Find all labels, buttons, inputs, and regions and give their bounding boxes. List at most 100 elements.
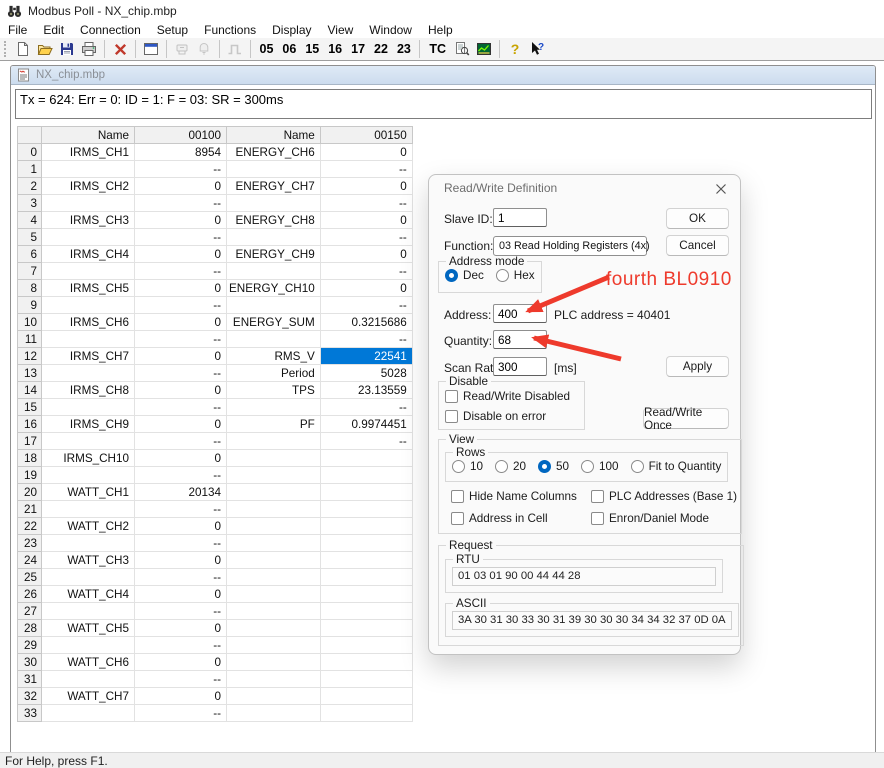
grid-cell[interactable]: 0 — [320, 178, 412, 195]
grid-cell[interactable] — [320, 569, 412, 586]
menu-display[interactable]: Display — [264, 22, 319, 38]
checkbox-hide-name-columns[interactable]: Hide Name Columns — [451, 490, 589, 503]
grid-cell[interactable]: 0 — [135, 212, 227, 229]
grid-cell[interactable]: -- — [135, 195, 227, 212]
grid-cell[interactable]: IRMS_CH7 — [42, 348, 135, 365]
menu-window[interactable]: Window — [361, 22, 420, 38]
grid-cell[interactable] — [320, 671, 412, 688]
grid-cell[interactable]: -- — [135, 229, 227, 246]
grid-cell[interactable] — [227, 450, 321, 467]
menu-file[interactable]: File — [0, 22, 35, 38]
grid-cell[interactable]: 0 — [135, 518, 227, 535]
read-write-once-button[interactable]: Read/Write Once — [643, 408, 729, 429]
grid-cell[interactable]: -- — [135, 569, 227, 586]
grid-cell[interactable]: WATT_CH1 — [42, 484, 135, 501]
grid-cell[interactable]: -- — [135, 637, 227, 654]
function-button-15[interactable]: 15 — [301, 42, 324, 56]
new-button[interactable] — [12, 39, 34, 59]
grid-cell[interactable] — [320, 467, 412, 484]
grid-cell[interactable]: -- — [135, 671, 227, 688]
grid-cell[interactable] — [42, 365, 135, 382]
grid-cell[interactable] — [42, 501, 135, 518]
grid-cell[interactable]: 0 — [135, 178, 227, 195]
grid-cell[interactable] — [227, 433, 321, 450]
grid-cell[interactable] — [320, 535, 412, 552]
grid-cell[interactable]: IRMS_CH5 — [42, 280, 135, 297]
radio-10[interactable]: 10 — [452, 460, 483, 473]
grid-cell[interactable]: -- — [320, 263, 412, 280]
grid-cell[interactable]: WATT_CH2 — [42, 518, 135, 535]
poll-button[interactable] — [171, 39, 193, 59]
grid-cell[interactable]: 0 — [135, 348, 227, 365]
grid-cell[interactable]: -- — [135, 331, 227, 348]
find-button[interactable] — [451, 39, 473, 59]
menu-functions[interactable]: Functions — [196, 22, 264, 38]
grid-cell[interactable]: 0 — [320, 280, 412, 297]
grid-cell[interactable]: WATT_CH5 — [42, 620, 135, 637]
grid-cell[interactable]: 0 — [135, 416, 227, 433]
radio-50[interactable]: 50 — [538, 460, 569, 473]
grid-cell[interactable]: IRMS_CH2 — [42, 178, 135, 195]
grid-cell[interactable] — [42, 297, 135, 314]
grid-cell[interactable] — [320, 637, 412, 654]
cancel-button[interactable]: Cancel — [666, 235, 729, 256]
grid-cell[interactable]: -- — [135, 535, 227, 552]
function-button-23[interactable]: 23 — [392, 42, 415, 56]
grid-cell[interactable]: -- — [320, 399, 412, 416]
checkbox-disable-on-error[interactable]: Disable on error — [445, 410, 578, 423]
grid-cell[interactable]: 5028 — [320, 365, 412, 382]
function-button-05[interactable]: 05 — [255, 42, 278, 56]
grid-cell[interactable]: 0 — [135, 382, 227, 399]
grid-cell[interactable]: 8954 — [135, 144, 227, 161]
grid-cell[interactable] — [227, 688, 321, 705]
grid-cell[interactable] — [320, 501, 412, 518]
radio-20[interactable]: 20 — [495, 460, 526, 473]
grid-cell[interactable] — [227, 229, 321, 246]
apply-button[interactable]: Apply — [666, 356, 729, 377]
grid-cell[interactable] — [227, 535, 321, 552]
grid-cell[interactable]: 0 — [320, 144, 412, 161]
grid-cell[interactable] — [320, 620, 412, 637]
grid-cell[interactable]: IRMS_CH8 — [42, 382, 135, 399]
radio-dec[interactable]: Dec — [445, 269, 484, 282]
grid-cell[interactable]: -- — [135, 433, 227, 450]
pulse-button[interactable] — [224, 39, 246, 59]
grid-cell[interactable]: 20134 — [135, 484, 227, 501]
address-field[interactable] — [493, 304, 547, 323]
grid-cell[interactable]: WATT_CH6 — [42, 654, 135, 671]
function-select[interactable]: 03 Read Holding Registers (4x) — [493, 236, 647, 256]
grid-cell[interactable]: 0.9974451 — [320, 416, 412, 433]
chart-button[interactable] — [473, 39, 495, 59]
grid-cell[interactable] — [320, 688, 412, 705]
grid-cell[interactable]: IRMS_CH3 — [42, 212, 135, 229]
grid-cell[interactable] — [42, 161, 135, 178]
grid-cell[interactable] — [227, 603, 321, 620]
grid-cell[interactable]: WATT_CH7 — [42, 688, 135, 705]
grid-cell[interactable] — [320, 484, 412, 501]
grid-cell[interactable] — [227, 518, 321, 535]
checkbox-enron-daniel-mode[interactable]: Enron/Daniel Mode — [591, 512, 737, 525]
grid-cell[interactable]: -- — [135, 161, 227, 178]
radio-fit-to-quantity[interactable]: Fit to Quantity — [631, 460, 722, 473]
dialog-close-button[interactable] — [713, 181, 729, 197]
grid-cell[interactable]: IRMS_CH10 — [42, 450, 135, 467]
grid-cell[interactable] — [227, 161, 321, 178]
menu-view[interactable]: View — [320, 22, 362, 38]
grid-cell[interactable]: ENERGY_CH8 — [227, 212, 321, 229]
grid-cell[interactable]: 0.3215686 — [320, 314, 412, 331]
radio-100[interactable]: 100 — [581, 460, 619, 473]
grid-cell[interactable]: -- — [320, 229, 412, 246]
grid-cell[interactable] — [320, 586, 412, 603]
grid-cell[interactable] — [227, 620, 321, 637]
radio-hex[interactable]: Hex — [496, 269, 535, 282]
grid-cell[interactable]: ENERGY_CH10 — [227, 280, 321, 297]
grid-cell[interactable] — [42, 535, 135, 552]
grid-cell[interactable]: ENERGY_CH7 — [227, 178, 321, 195]
grid-cell[interactable] — [42, 637, 135, 654]
grid-cell[interactable]: 23.13559 — [320, 382, 412, 399]
grid-cell[interactable]: 0 — [135, 620, 227, 637]
grid-cell[interactable]: ENERGY_SUM — [227, 314, 321, 331]
grid-cell[interactable]: RMS_V — [227, 348, 321, 365]
grid-cell[interactable] — [42, 399, 135, 416]
grid-cell[interactable]: -- — [135, 705, 227, 722]
